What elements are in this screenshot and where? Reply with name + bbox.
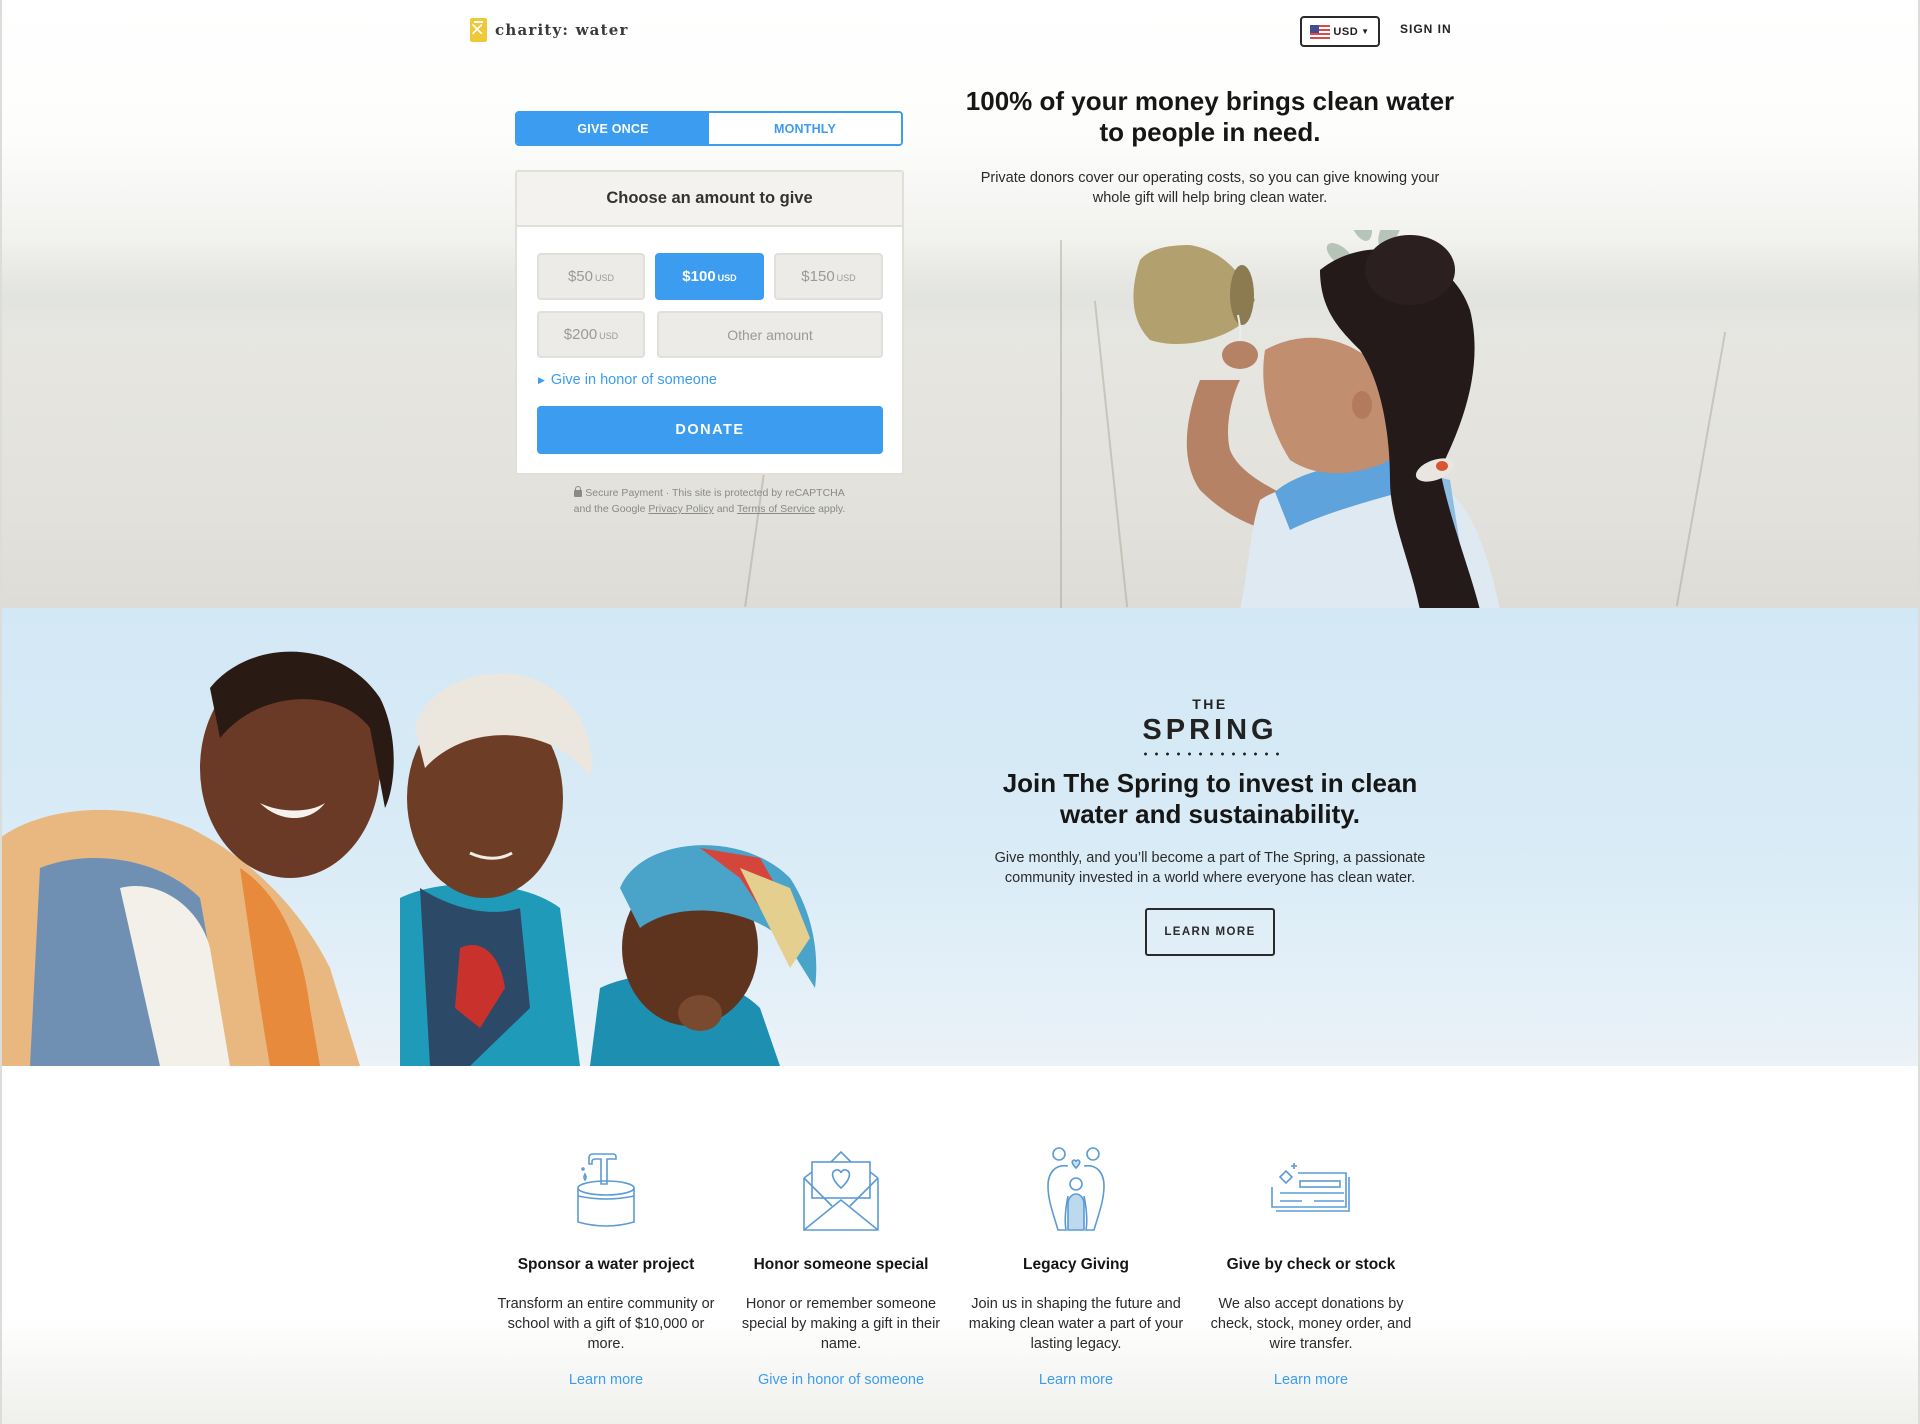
hero-copy: 100% of your money brings clean water to… [960, 86, 1460, 208]
envelope-heart-icon [803, 1150, 879, 1231]
hero-subtitle: Private donors cover our operating costs… [980, 170, 1440, 206]
feature-check-stock: Give by check or stock We also accept do… [1196, 1146, 1426, 1388]
spring-copy: THE SPRING Join The Spring to invest in … [990, 696, 1430, 956]
secure-text: and the Google [573, 503, 646, 515]
feature-link[interactable]: Learn more [961, 1372, 1191, 1388]
amount-currency: USD [595, 273, 615, 283]
spring-title: Join The Spring to invest in clean water… [1002, 768, 1418, 829]
currency-selector[interactable]: USD ▼ [1300, 16, 1380, 47]
amount-option-150[interactable]: $150 USD [774, 253, 883, 300]
spring-learn-more-button[interactable]: LEARN MORE [1145, 908, 1275, 956]
feature-link[interactable]: Learn more [491, 1372, 721, 1388]
feature-title: Give by check or stock [1226, 1256, 1396, 1273]
feature-title: Honor someone special [753, 1256, 929, 1273]
feature-link[interactable]: Give in honor of someone [726, 1372, 956, 1388]
feature-legacy: Legacy Giving Join us in shaping the fut… [961, 1146, 1191, 1388]
amount-option-100[interactable]: $100 USD [655, 253, 764, 300]
give-in-honor-label: Give in honor of someone [550, 372, 717, 388]
give-in-honor-toggle[interactable]: ▶ Give in honor of someone [538, 372, 717, 388]
family-icon [1047, 1147, 1105, 1231]
feature-text: Join us in shaping the future and making… [968, 1296, 1184, 1352]
water-tap-icon [577, 1153, 635, 1227]
amount-option-50[interactable]: $50 USD [537, 253, 645, 300]
tab-monthly[interactable]: MONTHLY [709, 113, 901, 144]
spring-section: THE SPRING Join The Spring to invest in … [0, 608, 1920, 1066]
donate-button[interactable]: DONATE [537, 406, 883, 454]
amount-currency: USD [836, 273, 856, 283]
donation-form: Choose an amount to give $50 USD $100 USD … [515, 170, 904, 475]
lock-icon [574, 486, 583, 497]
amount-currency: USD [717, 273, 737, 283]
secure-line-1: Secure Payment · This site is protected … [585, 487, 845, 499]
amount-value: $150 [801, 268, 835, 285]
feature-text: Honor or remember someone special by mak… [741, 1296, 941, 1352]
tab-give-once[interactable]: GIVE ONCE [517, 113, 709, 144]
secure-text: apply. [818, 503, 846, 515]
secure-payment-notice: Secure Payment · This site is protected … [515, 485, 904, 517]
feature-link[interactable]: Learn more [1196, 1372, 1426, 1388]
secure-text: and [716, 503, 735, 515]
amount-value: $100 [682, 268, 716, 285]
dotted-divider [1140, 752, 1280, 756]
caret-right-icon: ▶ [538, 374, 545, 385]
ways-to-give-section: Sponsor a water project Transform an ent… [0, 1066, 1920, 1424]
donation-form-heading: Choose an amount to give [517, 172, 902, 227]
caret-down-icon: ▼ [1361, 27, 1370, 36]
sign-in-link[interactable]: SIGN IN [1400, 22, 1452, 36]
feature-title: Sponsor a water project [517, 1256, 695, 1273]
spring-eyebrow: THE [1192, 696, 1228, 712]
hero-haze [0, 240, 1920, 360]
spring-photo-children [0, 651, 817, 1066]
feature-text: Transform an entire community or school … [497, 1296, 715, 1352]
other-amount-input[interactable]: Other amount [657, 311, 883, 358]
feature-text: We also accept donations by check, stock… [1210, 1296, 1412, 1352]
feature-honor: Honor someone special Honor or remember … [726, 1146, 956, 1388]
hero-stalk [1060, 240, 1062, 608]
amount-value: $50 [567, 268, 593, 285]
amount-currency: USD [599, 331, 619, 341]
spring-text: Give monthly, and you’ll become a part o… [994, 850, 1426, 886]
feature-title: Legacy Giving [1023, 1256, 1129, 1273]
us-flag-icon [1310, 24, 1331, 39]
hero-photo-girl-drinking [1133, 230, 1500, 608]
jerry-can-icon [470, 18, 487, 42]
frequency-toggle: GIVE ONCE MONTHLY [515, 111, 903, 146]
brand-logo[interactable]: charity: water [470, 18, 629, 42]
terms-of-service-link[interactable]: Terms of Service [737, 503, 815, 515]
hero-title: 100% of your money brings clean water to… [965, 86, 1455, 147]
feature-sponsor: Sponsor a water project Transform an ent… [491, 1146, 721, 1388]
amount-value: $200 [563, 326, 598, 343]
currency-code: USD [1333, 25, 1359, 38]
site-header: charity: water USD ▼ SIGN IN [0, 0, 1920, 60]
amount-option-200[interactable]: $200 USD [537, 311, 645, 358]
hero-stalk [1675, 331, 1727, 607]
check-icon [1271, 1163, 1350, 1212]
brand-name: charity: water [495, 21, 629, 39]
spring-logo-text: SPRING [1142, 714, 1278, 746]
privacy-policy-link[interactable]: Privacy Policy [648, 503, 713, 515]
